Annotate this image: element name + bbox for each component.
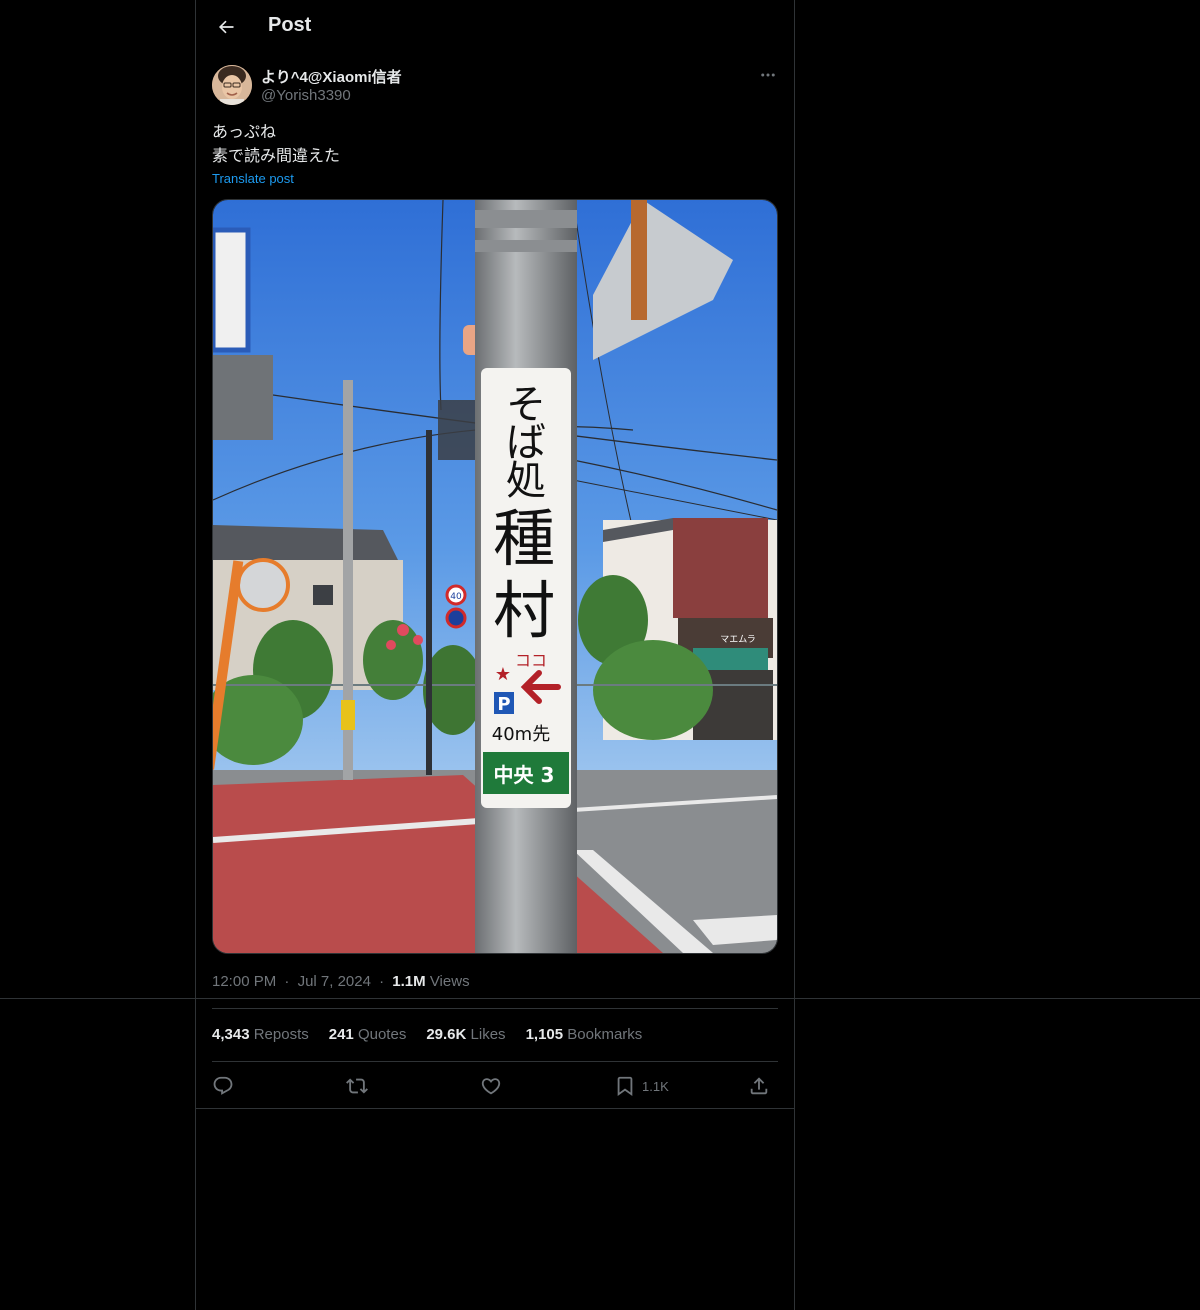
bookmark-icon xyxy=(617,1076,633,1097)
sign-distance: 40m先 xyxy=(492,724,550,745)
author-handle[interactable]: @Yorish3390 xyxy=(261,87,351,104)
likes-count: 29.6K xyxy=(426,1026,467,1043)
bookmarks-label: Bookmarks xyxy=(567,1026,643,1043)
quotes-label: Quotes xyxy=(357,1026,407,1043)
arrow-left-icon xyxy=(218,20,234,34)
likes-label: Likes xyxy=(470,1026,506,1043)
reply-button[interactable] xyxy=(212,1068,234,1104)
action-bar: 1.1K xyxy=(212,1068,778,1104)
sign-koko: ココ xyxy=(515,651,547,670)
engagement-stats: 4,343 Reposts 241 Quotes 29.6K Likes 1,1… xyxy=(212,1026,642,1043)
likes-stat[interactable]: 29.6K Likes xyxy=(426,1026,505,1043)
quotes-stat[interactable]: 241 Quotes xyxy=(329,1026,407,1043)
views-label: Views xyxy=(429,973,470,990)
author-name[interactable]: より^4@Xiaomi信者 xyxy=(261,66,402,87)
avatar[interactable] xyxy=(212,65,252,105)
views-count: 1.1M xyxy=(392,973,426,990)
main-column: Post より^4@Xiaomi信者 @Yorish3390 あっぷね 素で読み… xyxy=(195,0,795,1310)
sign-star: ★ xyxy=(495,664,511,685)
quotes-count: 241 xyxy=(328,1026,354,1043)
sign-char-3: 処 xyxy=(506,458,546,504)
like-button[interactable] xyxy=(480,1068,502,1104)
heart-icon xyxy=(481,1078,501,1095)
repost-icon xyxy=(346,1078,368,1094)
avatar-image xyxy=(212,65,252,105)
actions-top-divider xyxy=(212,1061,778,1062)
page: Post より^4@Xiaomi信者 @Yorish3390 あっぷね 素で読み… xyxy=(0,0,1200,1310)
stats-top-divider xyxy=(212,1008,778,1009)
sign-parking: P xyxy=(497,694,510,715)
shop-sign-text: マエムラ xyxy=(720,634,756,645)
repost-button[interactable] xyxy=(346,1068,368,1104)
share-icon xyxy=(750,1077,768,1095)
share-button[interactable] xyxy=(748,1068,770,1104)
reposts-stat[interactable]: 4,343 Reposts xyxy=(212,1026,309,1043)
post-text-line-1: あっぷね xyxy=(212,122,277,141)
more-horizontal-icon xyxy=(761,73,775,77)
translate-post-link[interactable]: Translate post xyxy=(212,171,294,186)
post-photo[interactable]: マエムラ そ ば 処 種 村 ココ ★ P 40m先 中央 3 40 xyxy=(212,199,778,954)
post-text-line-2: 素で読み間違えた xyxy=(212,146,341,165)
speed-limit-text: 40 xyxy=(450,592,462,602)
post-text: あっぷね 素で読み間違えた xyxy=(212,120,340,168)
bookmark-button[interactable]: 1.1K xyxy=(614,1068,669,1104)
post-date[interactable]: Jul 7, 2024 xyxy=(298,973,371,990)
back-button[interactable] xyxy=(208,9,244,45)
post-meta: 12:00 PM · Jul 7, 2024 · 1.1M Views xyxy=(212,973,470,990)
bookmarks-stat[interactable]: 1,105 Bookmarks xyxy=(526,1026,643,1043)
bookmark-count: 1.1K xyxy=(642,1078,669,1094)
reposts-label: Reposts xyxy=(253,1026,309,1043)
post-time[interactable]: 12:00 PM xyxy=(212,973,276,990)
post-bottom-divider xyxy=(196,1108,794,1109)
more-options-button[interactable] xyxy=(752,64,784,86)
bookmarks-count: 1,105 xyxy=(525,1026,564,1043)
sign-area-plate: 中央 3 xyxy=(494,763,555,787)
reposts-count: 4,343 xyxy=(212,1026,250,1043)
meta-dot: · xyxy=(379,973,385,990)
reply-icon xyxy=(213,1076,233,1095)
photo-scene: マエムラ そ ば 処 種 村 ココ ★ P 40m先 中央 3 40 xyxy=(213,200,777,953)
page-header: Post xyxy=(196,0,794,54)
meta-dot: · xyxy=(284,973,290,990)
sign-char-4: 種 xyxy=(493,502,555,575)
sign-char-5: 村 xyxy=(493,574,555,647)
page-title: Post xyxy=(268,14,312,36)
